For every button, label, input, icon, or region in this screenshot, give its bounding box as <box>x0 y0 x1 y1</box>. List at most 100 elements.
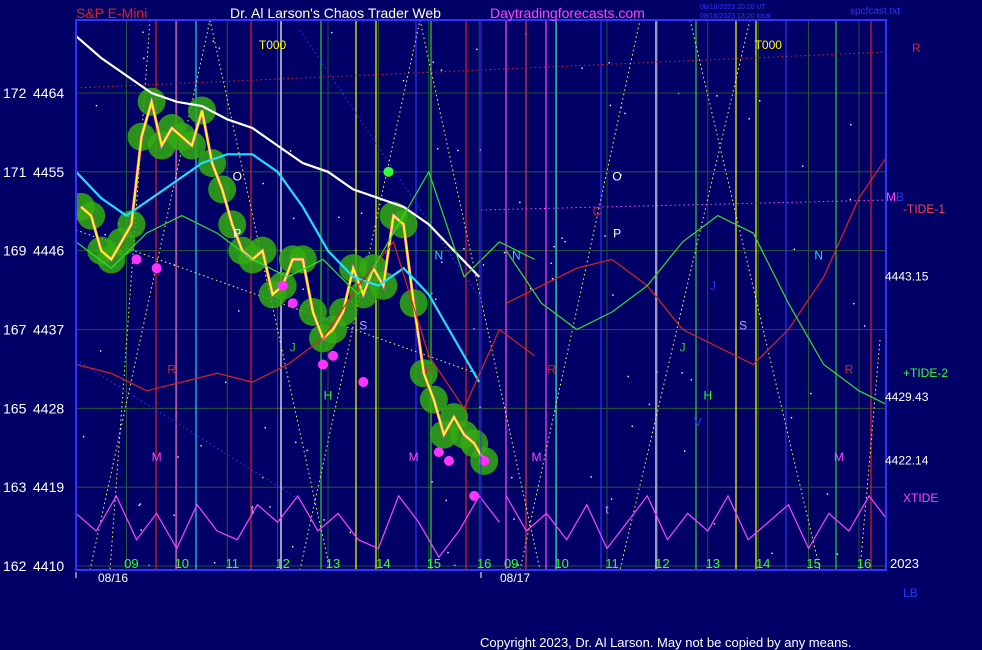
forecast-file-label: spcfcast.txt <box>850 6 900 17</box>
magenta-dot <box>131 254 142 265</box>
star <box>142 31 144 33</box>
star <box>436 147 439 150</box>
star <box>810 392 812 395</box>
star <box>836 553 839 555</box>
star <box>610 498 613 500</box>
star <box>402 79 405 82</box>
x-hour-label: 10 <box>554 556 568 571</box>
star <box>801 165 804 167</box>
y-tick-right: 4446 <box>33 243 64 259</box>
site-link[interactable]: Daytradingforecasts.com <box>490 5 645 21</box>
star <box>849 198 852 201</box>
x-hour-label: 16 <box>857 556 871 571</box>
star <box>99 350 102 352</box>
annotation-label: N <box>435 248 444 262</box>
star <box>173 514 175 516</box>
star <box>604 235 606 237</box>
x-hour-label: 09 <box>504 556 518 571</box>
x-hour-label: 15 <box>806 556 820 571</box>
star <box>564 240 566 243</box>
star <box>435 298 437 300</box>
star <box>561 237 563 239</box>
star <box>624 112 626 115</box>
star <box>264 426 266 429</box>
star <box>262 182 264 185</box>
star <box>681 372 683 374</box>
star <box>690 379 693 381</box>
star <box>349 531 352 534</box>
star <box>331 31 333 34</box>
annotation-label: T000 <box>259 38 287 52</box>
chart-title: Dr. Al Larson's Chaos Trader Web <box>230 5 441 21</box>
star <box>95 104 98 107</box>
star <box>224 381 227 384</box>
y-tick-left: 169 <box>3 243 27 259</box>
y-tick-left: 165 <box>3 400 27 416</box>
star <box>748 118 750 120</box>
star <box>716 95 718 97</box>
annotation-label: R <box>547 362 556 376</box>
star <box>289 150 292 152</box>
year-label: 2023 <box>890 556 919 571</box>
star <box>143 57 145 60</box>
annotation-label: M <box>834 450 844 464</box>
magenta-dot <box>277 280 288 291</box>
star <box>850 124 852 126</box>
star <box>581 67 583 69</box>
x-hour-label: 15 <box>427 556 441 571</box>
star <box>104 233 106 236</box>
star <box>631 425 633 427</box>
annotation-label: H <box>324 389 333 403</box>
star <box>431 481 433 483</box>
star <box>218 47 221 49</box>
annotation-label: J <box>290 340 296 354</box>
x-hour-label: 13 <box>326 556 340 571</box>
star <box>139 503 142 505</box>
star <box>553 245 555 248</box>
right-marker: XTIDE <box>903 491 938 505</box>
star <box>293 217 295 220</box>
star <box>238 310 240 312</box>
annotation-label: M <box>409 450 419 464</box>
x-hour-label: 14 <box>376 556 390 571</box>
star <box>476 48 478 51</box>
star <box>447 551 449 554</box>
star <box>82 435 85 438</box>
star <box>793 248 796 251</box>
annotation-label: R <box>424 362 433 376</box>
timestamp-local: 08/16/2023 13:20 local <box>700 13 771 20</box>
annotation-label: S <box>739 319 747 333</box>
x-hour-label: 09 <box>124 556 138 571</box>
y-tick-right: 4410 <box>33 558 64 574</box>
star <box>440 69 443 72</box>
star <box>432 61 435 63</box>
star <box>457 149 459 152</box>
star <box>590 476 592 478</box>
star <box>627 375 629 378</box>
star <box>292 546 294 548</box>
symbol-label: S&P E-Mini <box>76 5 147 21</box>
right-price-level: 4422.14 <box>885 454 929 468</box>
star <box>269 506 271 508</box>
annotation-label: J <box>710 279 716 293</box>
star <box>853 302 855 305</box>
annotation-label: M <box>152 450 162 464</box>
magenta-dot <box>151 263 162 274</box>
star <box>200 445 202 447</box>
x-hour-label: 12 <box>275 556 289 571</box>
x-hour-label: 12 <box>655 556 669 571</box>
star <box>513 518 515 520</box>
right-marker: +TIDE-2 <box>903 366 948 380</box>
star <box>212 40 215 42</box>
annotation-label: M <box>531 450 541 464</box>
star <box>511 476 513 479</box>
x-date-label: 08/16 <box>98 571 128 585</box>
annotation-label: O <box>233 170 242 184</box>
star <box>790 417 793 419</box>
star <box>214 562 216 564</box>
magenta-dot <box>317 359 328 370</box>
star <box>323 519 325 521</box>
y-tick-right: 4437 <box>33 322 64 338</box>
annotation-label: H <box>703 389 712 403</box>
magenta-dot <box>287 298 298 309</box>
